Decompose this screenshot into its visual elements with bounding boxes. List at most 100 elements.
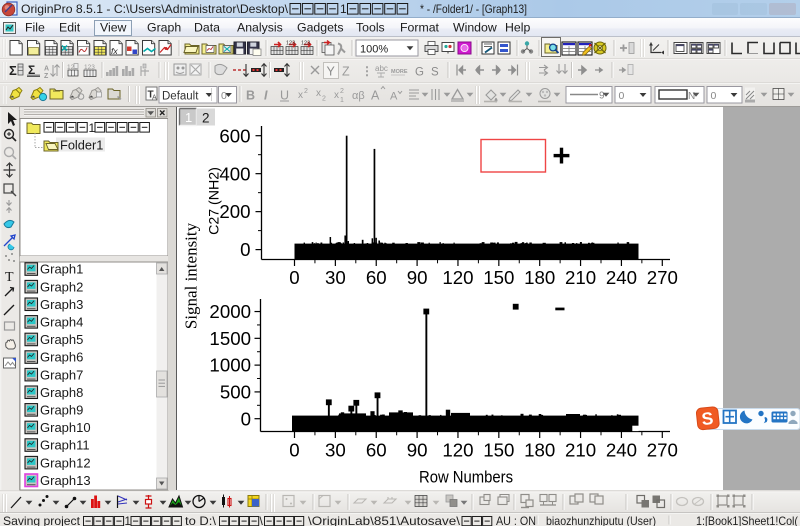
- svg-text:1000: 1000: [209, 355, 251, 376]
- svg-text:A: A: [152, 95, 157, 102]
- svg-text:C27 (NH2): C27 (NH2): [207, 167, 223, 235]
- svg-text:Graph1: Graph1: [40, 262, 83, 277]
- svg-text:2: 2: [322, 96, 326, 103]
- svg-text:100%: 100%: [360, 44, 388, 56]
- svg-text:500: 500: [220, 382, 251, 403]
- svg-text:Window: Window: [453, 21, 497, 35]
- svg-text:fx: fx: [111, 46, 118, 56]
- svg-text:123: 123: [286, 41, 295, 47]
- svg-text:60: 60: [366, 440, 387, 461]
- svg-text:A: A: [371, 89, 380, 103]
- svg-text:T: T: [5, 270, 14, 285]
- svg-text:Graph3: Graph3: [40, 297, 83, 312]
- svg-text:1500: 1500: [209, 328, 251, 349]
- svg-text:0: 0: [221, 90, 227, 102]
- svg-text:30: 30: [325, 440, 346, 461]
- svg-text:Graph8: Graph8: [40, 385, 83, 400]
- svg-text:180: 180: [524, 440, 555, 461]
- svg-text:1: 1: [89, 121, 96, 135]
- svg-text:150: 150: [483, 440, 514, 461]
- svg-text:Gadgets: Gadgets: [297, 21, 344, 35]
- svg-text:Graph11: Graph11: [40, 438, 90, 453]
- svg-text:0: 0: [240, 239, 250, 260]
- svg-text:Help: Help: [505, 21, 530, 35]
- svg-text:1:[Book1]Sheet1!Col(: 1:[Book1]Sheet1!Col(: [696, 514, 798, 526]
- svg-text:αβ: αβ: [352, 90, 365, 102]
- svg-text:Σ: Σ: [9, 63, 17, 78]
- svg-text:biaozhunzhiputu (User): biaozhunzhiputu (User): [546, 514, 656, 526]
- svg-text:240: 240: [606, 440, 637, 461]
- svg-text:Graph13: Graph13: [40, 473, 91, 488]
- svg-text:Signal intensity: Signal intensity: [182, 222, 201, 329]
- svg-text:2: 2: [202, 111, 210, 126]
- svg-text:⋮: ⋮: [361, 64, 373, 78]
- svg-text:Format: Format: [400, 21, 440, 35]
- svg-text:9: 9: [599, 91, 605, 102]
- svg-text:MORE: MORE: [391, 69, 408, 75]
- svg-text:U: U: [280, 89, 289, 103]
- svg-text:View: View: [100, 21, 127, 35]
- svg-text:Graph9: Graph9: [40, 403, 83, 418]
- svg-text:abc: abc: [375, 64, 388, 73]
- svg-text:x: x: [316, 88, 321, 99]
- svg-text:1: 1: [125, 516, 131, 526]
- svg-text:1: 1: [340, 97, 344, 104]
- svg-text:Graph4: Graph4: [40, 315, 83, 330]
- svg-text:G: G: [415, 67, 424, 79]
- svg-text:File: File: [25, 21, 45, 35]
- svg-text:Folder1: Folder1: [60, 138, 103, 153]
- svg-text:I: I: [264, 89, 268, 103]
- svg-text:N: N: [688, 91, 695, 102]
- svg-text:0: 0: [289, 440, 299, 461]
- svg-text:60: 60: [366, 267, 387, 288]
- svg-text:210: 210: [565, 267, 596, 288]
- svg-text:Graph2: Graph2: [40, 279, 83, 294]
- svg-text:240: 240: [606, 267, 637, 288]
- svg-text:Graph12: Graph12: [40, 455, 91, 470]
- svg-text:\OriginLab\851\Autosave\: \OriginLab\851\Autosave\: [308, 514, 461, 526]
- svg-text:600: 600: [219, 125, 250, 146]
- svg-text:120: 120: [442, 267, 473, 288]
- svg-text:2: 2: [340, 88, 344, 95]
- svg-text:Edit: Edit: [59, 21, 81, 35]
- svg-text:30: 30: [325, 267, 346, 288]
- svg-text:S: S: [431, 67, 439, 79]
- svg-text:A: A: [390, 91, 398, 103]
- svg-text:AU : ON: AU : ON: [496, 514, 536, 526]
- svg-text:Data: Data: [194, 21, 220, 35]
- svg-text:270: 270: [647, 267, 678, 288]
- svg-text:90: 90: [407, 440, 428, 461]
- svg-text:Row Numbers: Row Numbers: [419, 469, 513, 487]
- svg-text:0: 0: [619, 90, 625, 102]
- svg-text:123: 123: [301, 41, 310, 47]
- svg-text:Z: Z: [44, 73, 49, 80]
- svg-text:0: 0: [289, 267, 299, 288]
- svg-text:Saving project: Saving project: [3, 514, 81, 526]
- svg-text:0: 0: [711, 90, 717, 102]
- svg-text:Tools: Tools: [356, 21, 385, 35]
- svg-text:S: S: [701, 408, 715, 429]
- svg-text:200: 200: [219, 201, 250, 222]
- svg-text:Analysis: Analysis: [237, 21, 283, 35]
- svg-text:Y: Y: [327, 65, 336, 79]
- svg-text:120: 120: [442, 440, 473, 461]
- svg-text:1: 1: [185, 110, 192, 125]
- svg-text:150: 150: [483, 267, 514, 288]
- svg-text:2000: 2000: [209, 301, 251, 322]
- svg-text:210: 210: [565, 440, 596, 461]
- svg-text:0: 0: [241, 408, 251, 429]
- svg-text:Graph6: Graph6: [40, 350, 83, 365]
- svg-text:Z: Z: [342, 65, 350, 79]
- svg-text:400: 400: [219, 163, 250, 184]
- svg-text:* - /Folder1/ - [Graph13]: * - /Folder1/ - [Graph13]: [420, 2, 527, 16]
- svg-text:Graph: Graph: [147, 21, 181, 35]
- svg-text:Default: Default: [162, 91, 199, 103]
- svg-text:A: A: [44, 66, 49, 73]
- svg-text:1: 1: [340, 2, 347, 16]
- svg-text:B: B: [246, 89, 255, 103]
- svg-text:180: 180: [524, 267, 555, 288]
- svg-text:to D:\: to D:\: [185, 514, 217, 526]
- svg-text:Graph7: Graph7: [40, 367, 83, 382]
- svg-text:x: x: [298, 90, 303, 101]
- svg-text:OriginPro 8.5.1 - C:\Users\Adm: OriginPro 8.5.1 - C:\Users\Administrator…: [21, 2, 289, 16]
